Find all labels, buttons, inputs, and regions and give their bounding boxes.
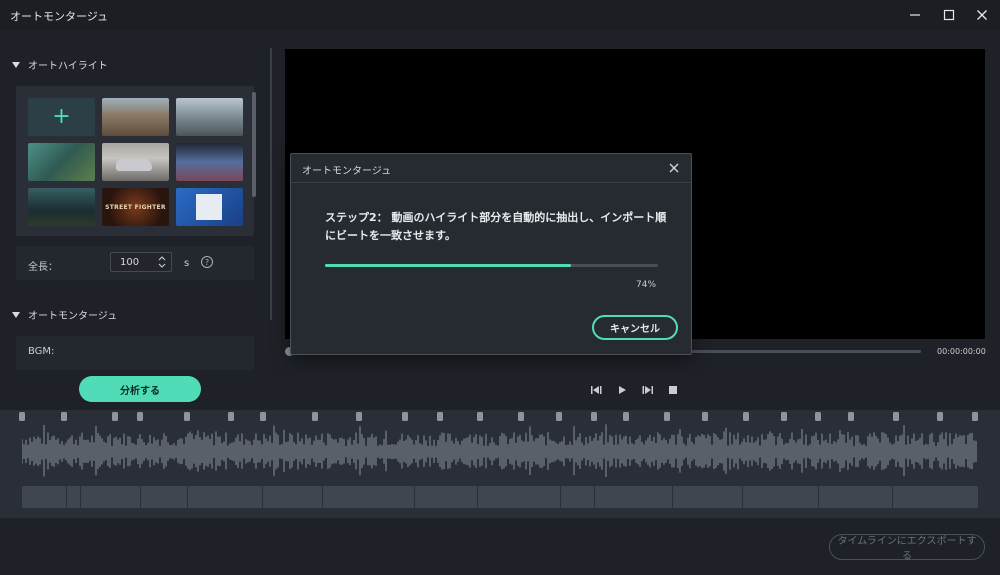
duration-unit: s bbox=[184, 258, 190, 269]
play-button[interactable] bbox=[615, 383, 629, 397]
next-frame-button[interactable] bbox=[641, 383, 655, 397]
car-shape bbox=[116, 159, 152, 171]
montage-section-header[interactable]: オートモンタージュ bbox=[12, 307, 117, 322]
maximize-icon bbox=[943, 9, 955, 21]
beat-marker[interactable] bbox=[623, 412, 629, 421]
beat-marker[interactable] bbox=[312, 412, 318, 421]
window-title: オートモンタージュ bbox=[10, 10, 109, 23]
clip-separator bbox=[672, 486, 673, 508]
beat-marker[interactable] bbox=[402, 412, 408, 421]
dialog-close-button[interactable] bbox=[666, 160, 682, 176]
clip-separator bbox=[818, 486, 819, 508]
beat-marker[interactable] bbox=[19, 412, 25, 421]
add-media-button[interactable]: + bbox=[28, 98, 95, 136]
clip-separator bbox=[414, 486, 415, 508]
panel-divider[interactable] bbox=[270, 48, 272, 320]
beat-marker[interactable] bbox=[356, 412, 362, 421]
bgm-label: BGM: bbox=[28, 346, 55, 357]
stop-icon bbox=[669, 386, 677, 394]
media-scrollbar[interactable] bbox=[252, 92, 256, 197]
cancel-button[interactable]: キャンセル bbox=[592, 315, 678, 340]
clip-separator bbox=[477, 486, 478, 508]
clip-separator bbox=[560, 486, 561, 508]
window-shape bbox=[196, 194, 222, 220]
progress-percent: 74% bbox=[636, 280, 657, 290]
beat-marker[interactable] bbox=[518, 412, 524, 421]
beat-marker[interactable] bbox=[893, 412, 899, 421]
clip-separator bbox=[322, 486, 323, 508]
export-to-timeline-button[interactable]: タイムラインにエクスポートする bbox=[829, 534, 985, 562]
prev-frame-icon bbox=[591, 386, 602, 394]
collapse-triangle-icon bbox=[12, 311, 20, 318]
montage-section-title: オートモンタージュ bbox=[28, 311, 118, 322]
clip-separator bbox=[66, 486, 67, 508]
thumbnail-abstract-lights[interactable] bbox=[176, 143, 243, 181]
highlight-section-header[interactable]: オートハイライト bbox=[12, 57, 108, 72]
duration-value: 100 bbox=[120, 257, 140, 268]
beat-marker[interactable] bbox=[184, 412, 190, 421]
media-thumbnail-grid: + STREET FIGHTER bbox=[16, 86, 254, 236]
next-frame-icon bbox=[642, 386, 653, 394]
beat-marker[interactable] bbox=[815, 412, 821, 421]
audio-waveform bbox=[22, 424, 977, 477]
plus-icon: + bbox=[52, 104, 71, 129]
clip-separator bbox=[80, 486, 81, 508]
thumbnail-forest-game[interactable] bbox=[28, 143, 95, 181]
collapse-triangle-icon bbox=[12, 61, 20, 68]
clip-separator bbox=[262, 486, 263, 508]
dialog-separator bbox=[291, 182, 691, 183]
beat-marker[interactable] bbox=[61, 412, 67, 421]
clip-track[interactable] bbox=[22, 486, 978, 508]
close-icon bbox=[669, 163, 679, 173]
thumbnail-street-scene[interactable] bbox=[102, 98, 169, 136]
prev-frame-button[interactable] bbox=[589, 383, 603, 397]
beat-marker[interactable] bbox=[228, 412, 234, 421]
close-icon bbox=[977, 10, 987, 20]
beat-marker[interactable] bbox=[556, 412, 562, 421]
duration-label: 全長： bbox=[28, 262, 58, 273]
beat-marker[interactable] bbox=[260, 412, 266, 421]
beat-marker[interactable] bbox=[781, 412, 787, 421]
beat-marker[interactable] bbox=[477, 412, 483, 421]
clip-separator bbox=[742, 486, 743, 508]
clip-separator bbox=[140, 486, 141, 508]
minimize-icon bbox=[910, 14, 920, 16]
beat-marker[interactable] bbox=[743, 412, 749, 421]
beat-marker[interactable] bbox=[848, 412, 854, 421]
progress-fill bbox=[325, 264, 571, 267]
beat-marker[interactable] bbox=[137, 412, 143, 421]
dialog-title: オートモンタージュ bbox=[302, 166, 392, 177]
stepper-icon[interactable] bbox=[157, 254, 167, 270]
highlight-section-title: オートハイライト bbox=[28, 61, 108, 72]
beat-marker[interactable] bbox=[972, 412, 978, 421]
clip-separator bbox=[594, 486, 595, 508]
thumbnail-dark-game[interactable] bbox=[28, 188, 95, 226]
beat-marker[interactable] bbox=[112, 412, 118, 421]
fighter-logo-text: STREET FIGHTER bbox=[105, 203, 166, 211]
title-bar bbox=[0, 0, 1000, 30]
stop-button[interactable] bbox=[666, 383, 680, 397]
thumbnail-desktop-screen[interactable] bbox=[176, 188, 243, 226]
thumbnail-road-scene[interactable] bbox=[176, 98, 243, 136]
thumbnail-car-scene[interactable] bbox=[102, 143, 169, 181]
clip-separator bbox=[892, 486, 893, 508]
play-icon bbox=[619, 386, 626, 394]
beat-marker[interactable] bbox=[937, 412, 943, 421]
clip-separator bbox=[187, 486, 188, 508]
beat-marker[interactable] bbox=[437, 412, 443, 421]
close-button[interactable] bbox=[960, 0, 1000, 30]
beat-marker[interactable] bbox=[664, 412, 670, 421]
timecode: 00:00:00:00 bbox=[937, 347, 986, 356]
beat-marker[interactable] bbox=[591, 412, 597, 421]
help-icon[interactable]: ? bbox=[201, 256, 213, 268]
beat-markers bbox=[19, 412, 978, 421]
dialog-message: ステップ2： 動画のハイライト部分を自動的に抽出し、インポート順にビートを一致さ… bbox=[325, 211, 667, 242]
beat-marker[interactable] bbox=[702, 412, 708, 421]
analyze-button[interactable]: 分析する bbox=[79, 376, 201, 402]
thumbnail-fighter-logo[interactable]: STREET FIGHTER bbox=[102, 188, 169, 226]
